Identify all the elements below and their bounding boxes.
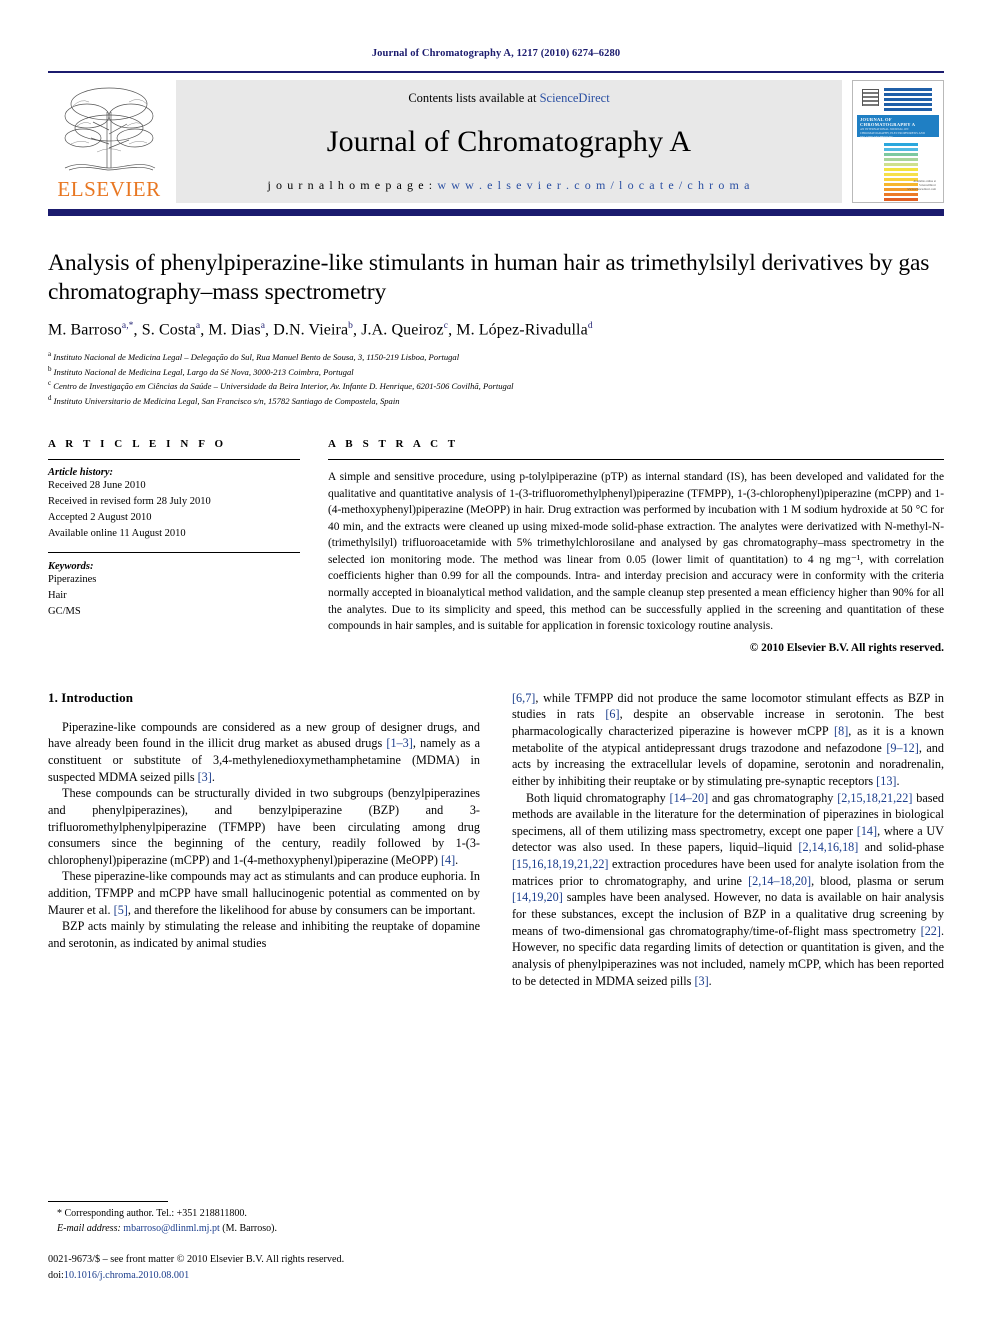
contents-label: Contents lists available at: [408, 91, 540, 105]
affiliation: b Instituto Nacional de Medicina Legal, …: [48, 364, 944, 379]
affiliation-text: Instituto Universitario de Medicina Lega…: [53, 396, 400, 407]
paragraph: These piperazine-like compounds may act …: [48, 869, 480, 917]
paragraph: Piperazine-like compounds are considered…: [48, 719, 480, 784]
affiliation: d Instituto Universitario de Medicina Le…: [48, 393, 944, 408]
affiliation-text: Centro de Investigação em Ciências da Sa…: [53, 381, 514, 392]
email-line: E-mail address: mbarroso@dlinml.mj.pt (M…: [48, 1222, 480, 1237]
cover-sciencedirect-note: Available online at ScienceDirect www.sc…: [907, 179, 936, 191]
article-history-item: Received in revised form 28 July 2010: [48, 496, 211, 508]
article-history-item: Accepted 2 August 2010: [48, 511, 152, 523]
journal-homepage-line: j o u r n a l h o m e p a g e : w w w . …: [267, 178, 750, 193]
homepage-url[interactable]: w w w . e l s e v i e r . c o m / l o c …: [437, 178, 750, 192]
cover-band-title: JOURNAL OF CHROMATOGRAPHY A: [860, 117, 916, 127]
affiliation-text: Instituto Nacional de Medicina Legal, La…: [53, 366, 354, 377]
article-history-label: Article history:: [48, 467, 114, 479]
info-abstract-region: A R T I C L E I N F O Article history: R…: [48, 438, 944, 654]
contents-line: Contents lists available at ScienceDirec…: [408, 91, 609, 106]
page-title: Analysis of phenylpiperazine-like stimul…: [48, 250, 930, 306]
affiliation-list: a Instituto Nacional de Medicina Legal –…: [48, 349, 944, 409]
paragraph: These compounds can be structurally divi…: [48, 786, 480, 867]
cover-top-bars: [884, 88, 932, 113]
email-suffix: (M. Barroso).: [222, 1222, 277, 1234]
email-label: E-mail address:: [57, 1222, 121, 1234]
cover-title-band: JOURNAL OF CHROMATOGRAPHY A AN INTERNATI…: [857, 115, 939, 139]
running-head: Journal of Chromatography A, 1217 (2010)…: [371, 48, 621, 59]
journal-title: Journal of Chromatography A: [326, 125, 692, 158]
footnote-block: * Corresponding author. Tel.: +351 21881…: [48, 1201, 480, 1283]
masthead-bottom-rule: [48, 209, 944, 216]
cover-band-subtitle: AN INTERNATIONAL JOURNAL ON CHROMATOGRAP…: [860, 127, 925, 139]
section-heading-introduction: 1. Introduction: [48, 689, 134, 705]
paragraph: BZP acts mainly by stimulating the relea…: [48, 919, 480, 951]
issn-line: 0021-9673/$ – see front matter © 2010 El…: [48, 1254, 345, 1266]
abstract-copyright: © 2010 Elsevier B.V. All rights reserved…: [749, 641, 944, 654]
footnote-rule: [48, 1201, 168, 1203]
cover-sd-url: www.sciencedirect.com: [907, 187, 936, 191]
keyword-item: Piperazines: [48, 574, 97, 586]
journal-banner: Contents lists available at ScienceDirec…: [176, 80, 842, 203]
keywords-label: Keywords:: [48, 561, 94, 573]
article-history-item: Available online 11 August 2010: [48, 527, 186, 539]
abstract-rule: [328, 459, 944, 461]
masthead-top-rule: [48, 71, 944, 73]
keyword-item: Hair: [48, 590, 67, 602]
sciencedirect-link[interactable]: ScienceDirect: [540, 91, 610, 105]
article-info-heading: A R T I C L E I N F O: [48, 438, 227, 451]
elsevier-logo: ELSEVIER: [48, 80, 170, 203]
affiliation: a Instituto Nacional de Medicina Legal –…: [48, 349, 944, 364]
elsevier-tree-icon: [64, 87, 156, 171]
affiliation: c Centro de Investigação em Ciências da …: [48, 378, 944, 393]
affiliation-mark: d: [48, 394, 52, 403]
imprint-block: 0021-9673/$ – see front matter © 2010 El…: [48, 1252, 480, 1283]
keyword-item: GC/MS: [48, 605, 81, 617]
body-column-right: [6,7], while TFMPP did not produce the s…: [512, 690, 944, 990]
doi-link[interactable]: 10.1016/j.chroma.2010.08.001: [64, 1270, 189, 1281]
homepage-label: j o u r n a l h o m e p a g e :: [267, 178, 434, 192]
corresponding-author-text: * Corresponding author. Tel.: +351 21881…: [57, 1208, 247, 1220]
keywords-rule: [48, 552, 300, 554]
abstract-body: A simple and sensitive procedure, using …: [328, 471, 944, 633]
affiliation-mark: a: [48, 349, 52, 358]
doi-line: doi:10.1016/j.chroma.2010.08.001: [48, 1268, 480, 1283]
paragraph: [6,7], while TFMPP did not produce the s…: [512, 690, 945, 788]
author-list: M. Barrosoa,*, S. Costaa, M. Diasa, D.N.…: [48, 321, 593, 339]
paragraph: Both liquid chromatography [14–20] and g…: [512, 790, 944, 988]
corresponding-author-note: * Corresponding author. Tel.: +351 21881…: [48, 1207, 480, 1236]
abstract-column: A B S T R A C T A simple and sensitive p…: [328, 438, 944, 654]
body-columns: 1. Introduction Piperazine-like compound…: [48, 690, 944, 990]
affiliation-mark: c: [48, 379, 52, 388]
cover-inner: JOURNAL OF CHROMATOGRAPHY A AN INTERNATI…: [857, 85, 939, 201]
journal-masthead: ELSEVIER Contents lists available at Sci…: [48, 71, 944, 216]
affiliation-text: Instituto Nacional de Medicina Legal – D…: [53, 351, 460, 362]
journal-cover-thumbnail: JOURNAL OF CHROMATOGRAPHY A AN INTERNATI…: [852, 80, 944, 203]
article-info-column: A R T I C L E I N F O Article history: R…: [48, 438, 300, 653]
doi-label: doi:: [48, 1269, 64, 1281]
body-column-left: 1. Introduction Piperazine-like compound…: [48, 690, 480, 990]
title-block: Analysis of phenylpiperazine-like stimul…: [48, 249, 944, 408]
cover-publisher-mark-icon: [862, 89, 879, 106]
affiliation-mark: b: [48, 364, 52, 373]
abstract-heading: A B S T R A C T: [328, 438, 459, 451]
article-page: Journal of Chromatography A, 1217 (2010)…: [0, 0, 992, 1323]
elsevier-wordmark: ELSEVIER: [57, 177, 161, 201]
email-link[interactable]: mbarroso@dlinml.mj.pt: [123, 1223, 219, 1234]
article-history-item: Received 28 June 2010: [48, 480, 146, 492]
